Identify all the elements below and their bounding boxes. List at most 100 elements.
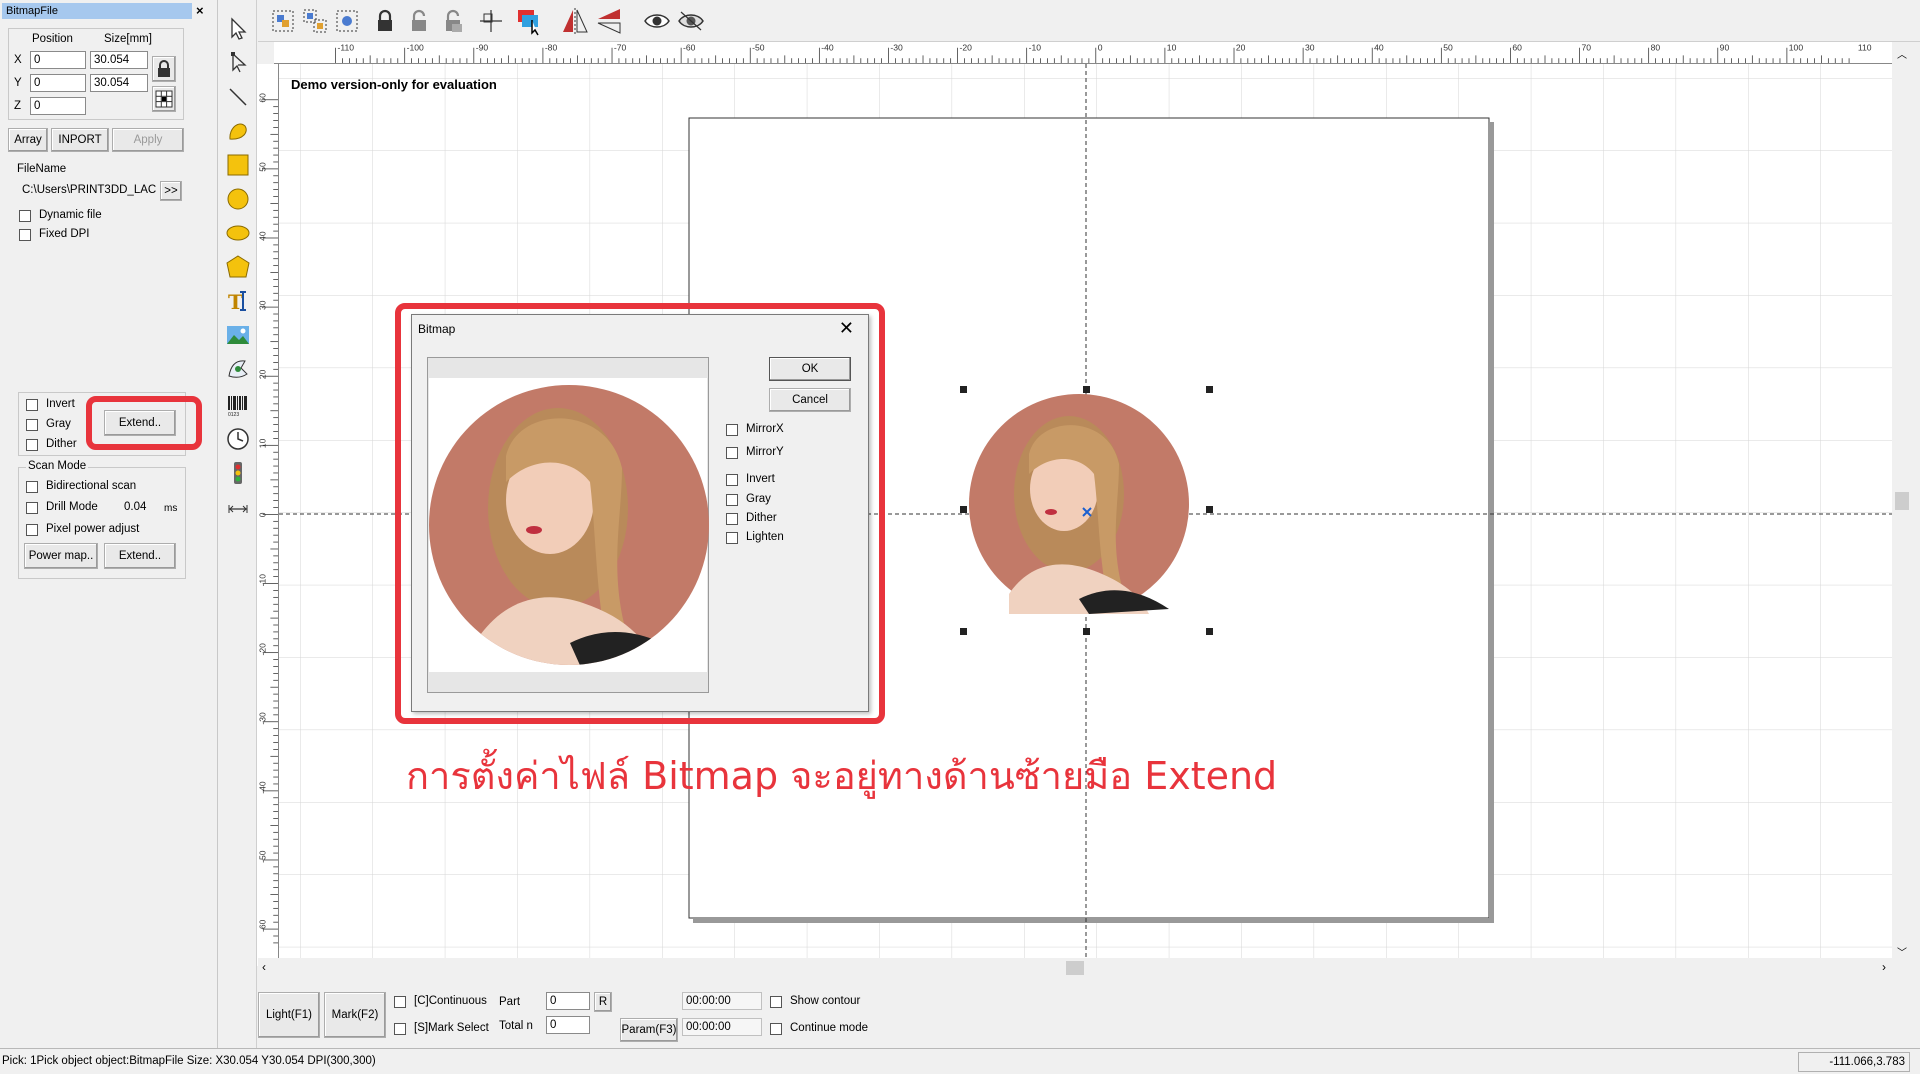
total-time-display: 00:00:00 — [682, 1018, 762, 1036]
property-panel: BitmapFile × Position Size[mm] X 0 30.05… — [0, 0, 218, 1048]
array-button[interactable]: Array — [8, 128, 48, 152]
ruler-h-label: -80 — [545, 43, 558, 53]
scroll-down-icon[interactable]: ﹀ — [1897, 944, 1907, 959]
panel-title: BitmapFile — [2, 3, 192, 19]
ruler-h-label: 0 — [1098, 43, 1103, 53]
ellipse-icon[interactable] — [225, 220, 251, 246]
position-z-input[interactable]: 0 — [30, 97, 86, 115]
size-y-input[interactable]: 30.054 — [90, 74, 148, 92]
color-layer-icon[interactable] — [514, 6, 544, 36]
position-y-input[interactable]: 0 — [30, 74, 86, 92]
x-label: X — [14, 54, 22, 66]
status-text: Pick: 1Pick object object:BitmapFile Siz… — [2, 1055, 376, 1067]
rectangle-icon[interactable] — [225, 152, 251, 178]
drill-value: 0.04 — [124, 501, 147, 513]
drill-unit: ms — [164, 503, 178, 514]
power-map-button[interactable]: Power map.. — [24, 543, 98, 569]
size-header: Size[mm] — [104, 33, 152, 45]
param-button[interactable]: Param(F3) — [620, 1018, 678, 1042]
scan-mode-label: Scan Mode — [26, 460, 89, 472]
unlock-all-icon[interactable] — [438, 6, 468, 36]
barcode-icon[interactable]: 0123 — [225, 392, 251, 418]
apply-button[interactable]: Apply — [112, 128, 184, 152]
reset-part-button[interactable]: R — [594, 992, 612, 1012]
inport-button[interactable]: INPORT — [51, 128, 109, 152]
ungroup-icon[interactable] — [300, 6, 330, 36]
ruler-v-label: -20 — [258, 643, 268, 656]
position-header: Position — [32, 33, 73, 45]
ruler-h-label: -10 — [1029, 43, 1042, 53]
polygon-icon[interactable] — [225, 254, 251, 280]
ruler-h-label: -50 — [752, 43, 765, 53]
ruler-h-label: 80 — [1651, 43, 1661, 53]
node-edit-icon[interactable] — [225, 50, 251, 76]
scroll-left-icon[interactable]: ‹ — [262, 960, 266, 974]
scroll-right-icon[interactable]: › — [1882, 960, 1886, 974]
ruler-v-label: 60 — [258, 93, 268, 103]
lock-icon — [158, 60, 170, 77]
mirror-vertical-icon[interactable] — [594, 6, 624, 36]
ruler-h-label: 40 — [1374, 43, 1384, 53]
ruler-h-label: -20 — [959, 43, 972, 53]
curve-icon[interactable] — [225, 118, 251, 144]
ruler-h-label: 50 — [1443, 43, 1453, 53]
extend-scan-button[interactable]: Extend.. — [104, 543, 176, 569]
extend-axis-icon[interactable] — [225, 496, 251, 522]
vertical-ruler: 60 50 40 30 20 10 0 -10 -20 -30 -40 -50 -60 — [257, 64, 279, 966]
ruler-v-label: -60 — [258, 919, 268, 932]
drawing-toolbar: T 0123 — [219, 0, 257, 1048]
io-port-icon[interactable] — [225, 460, 251, 486]
ruler-v-label: 20 — [258, 369, 268, 379]
vertical-scrollbar[interactable]: ︿ ﹀ — [1892, 42, 1912, 966]
ruler-h-label: 100 — [1789, 43, 1804, 53]
unlock-icon[interactable] — [404, 6, 434, 36]
combine-icon[interactable] — [332, 6, 362, 36]
ruler-h-label: -90 — [476, 43, 489, 53]
vector-file-icon[interactable] — [225, 356, 251, 382]
ruler-h-label: 70 — [1581, 43, 1591, 53]
ruler-h-label: 20 — [1236, 43, 1246, 53]
light-button[interactable]: Light(F1) — [258, 992, 320, 1038]
part-label: Part — [499, 996, 521, 1008]
ruler-h-label: 60 — [1512, 43, 1522, 53]
dialog-highlight-box — [395, 303, 885, 724]
group-icon[interactable] — [268, 6, 298, 36]
hide-icon[interactable] — [676, 6, 706, 36]
panel-close-button[interactable]: × — [196, 3, 204, 19]
ruler-h-label: 90 — [1720, 43, 1730, 53]
align-icon[interactable] — [476, 6, 506, 36]
filename-value: C:\Users\PRINT3DD_LAC — [22, 184, 157, 196]
ruler-h-label: -110 — [338, 43, 355, 53]
total-input[interactable]: 0 — [546, 1016, 590, 1034]
line-icon[interactable] — [225, 84, 251, 110]
anchor-point-button[interactable] — [152, 86, 176, 112]
circle-icon[interactable] — [225, 186, 251, 212]
part-input[interactable]: 0 — [546, 992, 590, 1010]
select-arrow-icon[interactable] — [225, 16, 251, 42]
lock-icon[interactable] — [370, 6, 400, 36]
timer-icon[interactable] — [225, 426, 251, 452]
mark-button[interactable]: Mark(F2) — [324, 992, 386, 1038]
anchor-grid-icon — [155, 90, 173, 108]
size-x-input[interactable]: 30.054 — [90, 51, 148, 69]
lock-ratio-button[interactable] — [152, 56, 176, 82]
ruler-h-label: -40 — [821, 43, 834, 53]
ruler-v-label: 0 — [258, 512, 268, 517]
mark-control-bar: Light(F1) Mark(F2) [C]Continuous [S]Mark… — [258, 978, 1920, 1048]
ruler-v-label: 10 — [258, 438, 268, 448]
ruler-v-label: -50 — [258, 850, 268, 863]
horizontal-scroll-thumb[interactable] — [1066, 961, 1084, 975]
show-icon[interactable] — [642, 6, 672, 36]
scroll-up-icon[interactable]: ︿ — [1897, 46, 1907, 61]
mirror-horizontal-icon[interactable] — [560, 6, 590, 36]
ruler-h-label: -70 — [614, 43, 627, 53]
browse-button[interactable]: >> — [160, 181, 182, 201]
horizontal-scrollbar[interactable]: ‹ › — [258, 958, 1892, 978]
bitmap-icon[interactable] — [225, 322, 251, 348]
position-x-input[interactable]: 0 — [30, 51, 86, 69]
ruler-h-label: -100 — [407, 43, 424, 53]
svg-text:0123: 0123 — [228, 412, 239, 418]
text-icon[interactable]: T — [225, 288, 251, 314]
vertical-scroll-thumb[interactable] — [1895, 492, 1909, 510]
selection-handles — [960, 386, 1213, 635]
